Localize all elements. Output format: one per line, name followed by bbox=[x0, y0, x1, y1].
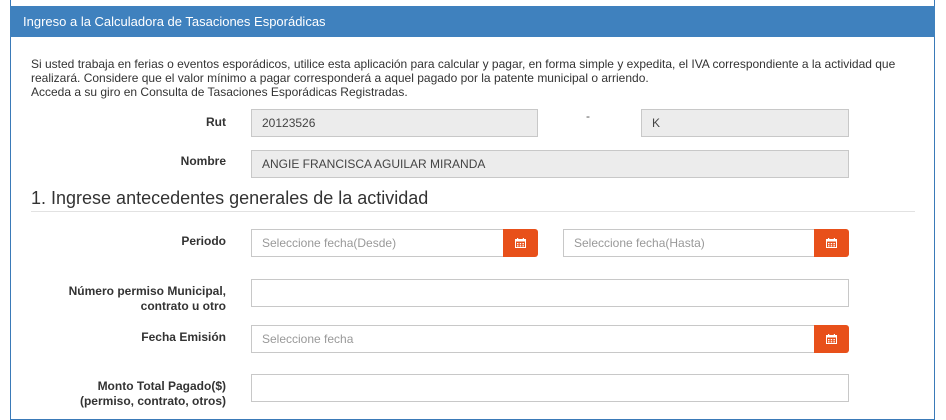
panel-header: Ingreso a la Calculadora de Tasaciones E… bbox=[10, 6, 935, 37]
fecha-emision-calendar-button[interactable] bbox=[814, 325, 849, 353]
intro-paragraph: Si usted trabaja en ferias o eventos esp… bbox=[31, 57, 896, 85]
section-title: 1. Ingrese antecedentes generales de la … bbox=[31, 188, 429, 208]
monto-input[interactable] bbox=[251, 374, 849, 402]
calendar-icon bbox=[826, 238, 837, 248]
fecha-emision-label: Fecha Emisión bbox=[141, 330, 226, 344]
permiso-label: Número permiso Municipal, contrato u otr… bbox=[40, 284, 226, 314]
permiso-input[interactable] bbox=[251, 279, 849, 307]
fecha-hasta-calendar-button[interactable] bbox=[814, 229, 849, 257]
fecha-hasta-input[interactable]: Seleccione fecha(Hasta) bbox=[563, 229, 816, 257]
periodo-label: Periodo bbox=[181, 234, 226, 248]
section-divider bbox=[31, 211, 915, 212]
permiso-label-line1: Número permiso Municipal, bbox=[68, 284, 226, 298]
monto-label-line1: Monto Total Pagado($) bbox=[97, 379, 226, 393]
fecha-desde-input[interactable]: Seleccione fecha(Desde) bbox=[251, 229, 504, 257]
calendar-icon bbox=[515, 238, 526, 248]
intro-link-text: Acceda a su giro en Consulta de Tasacion… bbox=[31, 85, 408, 99]
rut-label: Rut bbox=[206, 115, 226, 129]
intro-text: Si usted trabaja en ferias o eventos esp… bbox=[31, 57, 921, 99]
calendar-icon bbox=[826, 334, 837, 344]
monto-label-line2: (permiso, contrato, otros) bbox=[79, 394, 226, 408]
rut-dash: - bbox=[586, 109, 590, 123]
fecha-emision-input[interactable]: Seleccione fecha bbox=[251, 325, 816, 353]
rut-dv-field: K bbox=[641, 109, 849, 137]
permiso-label-line2: contrato u otro bbox=[140, 299, 226, 313]
fecha-desde-calendar-button[interactable] bbox=[503, 229, 538, 257]
nombre-field: ANGIE FRANCISCA AGUILAR MIRANDA bbox=[251, 150, 849, 178]
monto-label: Monto Total Pagado($) (permiso, contrato… bbox=[40, 379, 226, 409]
nombre-label: Nombre bbox=[180, 154, 226, 168]
rut-field: 20123526 bbox=[251, 109, 538, 137]
